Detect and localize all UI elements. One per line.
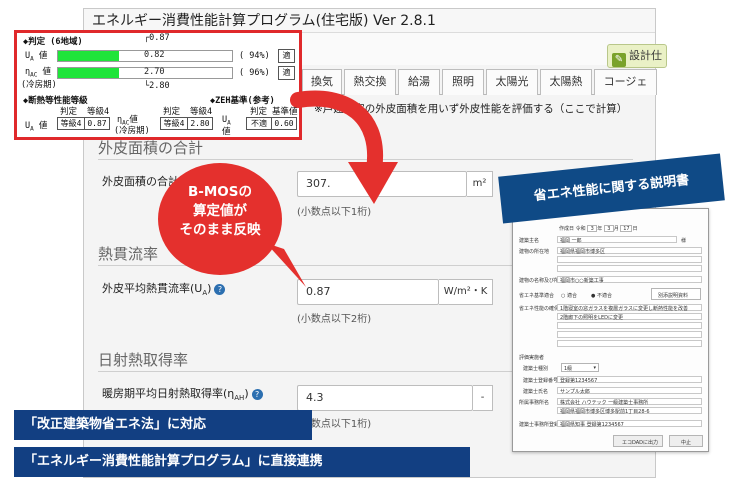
eta-input[interactable]: 4.3 [297,385,473,411]
close-button[interactable]: 中止 [669,435,703,447]
law-banner: 「改正建築物省エネ法」に対応 [14,410,312,440]
qual-label: 建築士種別 [523,366,549,372]
eta-gauge-fill [58,68,119,78]
eta-gauge-value: 2.70 [144,67,165,77]
office-reg-field[interactable]: 福岡県知事 登録第1234567 [557,420,702,428]
ua-percent: ( 94%) [239,51,270,61]
eta-result: 適 [278,66,295,80]
owner-field[interactable]: 福岡 一郎 [557,236,677,244]
measures-line-2[interactable]: 2階廊下の照明をLEDに変更 [557,313,702,321]
judge-header: 判定 [163,107,181,117]
help-icon[interactable]: ? [251,389,263,400]
tab-solar-thermal[interactable]: 太陽熱 [540,69,592,95]
eta-field-label: 暖房期平均日射熱取得率(ηAH)? [102,385,263,402]
location-field[interactable]: 福岡県福岡市博多区 [557,247,702,255]
zeh-suffix: 値 [222,127,231,137]
criteria-label: 省エネ基準適合 [519,293,555,299]
tab-lighting[interactable]: 照明 [442,69,484,95]
office-label: 所属事務所名 [519,400,550,406]
reg-field[interactable]: 登録第1234567 [557,376,702,384]
measures-line-5[interactable] [557,340,702,347]
criteria-note-button[interactable]: 別添説明資料 [651,288,701,300]
eta-threshold-marker: └2.80 [144,81,170,91]
ua-gauge-fill [58,51,119,61]
location-label: 建物の所在地 [519,249,550,255]
zeh-result: 不適 [246,117,272,130]
tab-hot-water[interactable]: 給湯 [398,69,440,95]
eta-season: (冷房期) [21,80,57,90]
eta-gauge: 2.70 [57,67,233,79]
ua-label: UA 値 [25,51,48,63]
ua-unit: W/m²・K [439,279,493,305]
ua-gauge-value: 0.82 [144,50,165,60]
measures-line-1[interactable]: 1階寝室の窓ガラスを複層ガラスに変更し断熱性能を改善 [557,304,702,312]
name-field[interactable]: 福岡市○○新築工事 [557,276,702,284]
eta-grade: 等級4 [160,117,188,130]
explanation-document: 作成日 令和 3年 3月 17 日 建築主名 福岡 一郎 様 建物の所在地 福岡県… [512,208,709,452]
arch-label: 建築士氏名 [523,389,549,395]
tab-solar-pv[interactable]: 太陽光 [486,69,538,95]
section-title-solar: 日射熱取得率 [98,351,189,369]
eta-label: ηAC 値 [25,67,51,79]
callout-tail [266,243,306,287]
measures-line-4[interactable] [557,331,702,338]
ua-gauge: 0.82 [57,50,233,62]
ua-hint: (小数点以下2桁) [297,314,372,325]
grade-header: 等級4 [190,107,213,117]
export-button[interactable]: エコDADに出力 [613,435,663,447]
flow-arrow-icon [290,90,398,204]
location-field-3[interactable] [557,265,702,272]
location-field-2[interactable] [557,256,702,263]
chevron-down-icon: ▾ [593,365,596,371]
eta-stepper[interactable]: - [473,385,493,411]
section-title-area: 外皮面積の合計 [98,139,204,157]
bmos-result-panel: ◆判定 (6地域) ┌0.87 UA 値 0.82 ( 94%) 適 ηAC 値… [14,30,302,140]
criteria-unfit[interactable]: ● 不適合 [591,292,612,299]
section-title-insulation: 熱貫流率 [98,245,159,263]
ua-threshold-marker: ┌0.87 [144,33,170,43]
grade-title: ◆断熱等性能等級 [23,96,88,106]
zeh-judge-header: 判定 [250,107,268,117]
tab-cogeneration[interactable]: コージェ [594,69,657,95]
program-banner: 「エネルギー消費性能計算プログラム」に直接連携 [14,447,470,477]
criteria-fit[interactable]: ○ 適合 [561,292,577,299]
reg-label: 建築士登録番号 [523,378,559,384]
callout-bubble: B-MOSの 算定値が そのまま反映 [158,163,282,275]
eta-percent: ( 96%) [239,68,270,78]
area-unit: m² [467,171,493,197]
owner-suffix: 様 [681,238,687,244]
date-row: 作成日 令和 3年 3月 17 日 [559,225,638,232]
eta-grade-season: (冷房期) [114,126,150,136]
ua-grade-value: 0.87 [84,117,110,130]
ua-field-label: 外皮平均熱貫流率(UA)? [102,280,226,297]
judgement-title: ◆判定 (6地域) [23,37,83,47]
owner-label: 建築主名 [519,238,540,244]
eta-grade-value: 2.80 [187,117,213,130]
judge-header: 判定 [60,107,78,117]
ua-result: 適 [278,49,295,63]
ua-input[interactable]: 0.87 [297,279,439,305]
ua-grade: 等級4 [57,117,85,130]
office-field[interactable]: 株式会社 ハウテック 一級建築士事務所 [557,398,702,406]
arch-field[interactable]: サンプル太郎 [557,387,702,395]
office-address-field[interactable]: 福岡県福岡市博多区博多駅前1丁目28-6 [557,407,702,415]
ua-grade-label: UA 値 [25,121,48,133]
qual-select[interactable]: 1級 ▾ [561,363,599,372]
help-icon[interactable]: ? [214,284,226,295]
designer-heading: 評価実施者 [519,355,545,361]
grade-header: 等級4 [87,107,110,117]
measures-line-3[interactable] [557,322,702,329]
